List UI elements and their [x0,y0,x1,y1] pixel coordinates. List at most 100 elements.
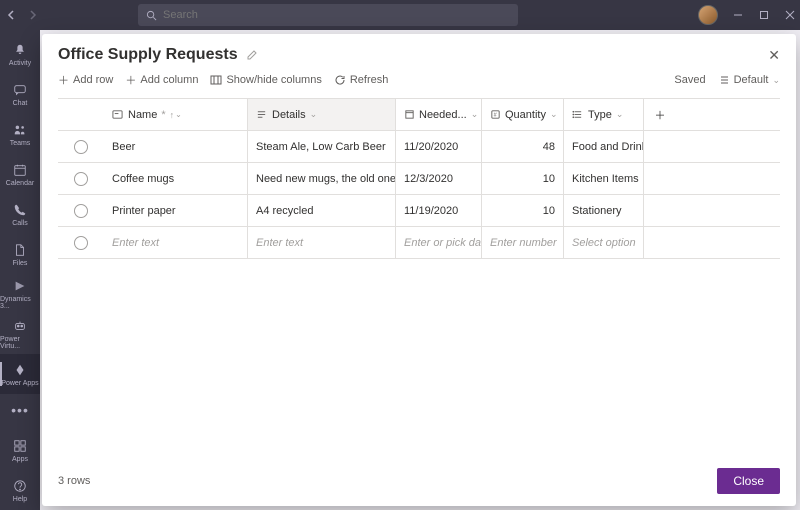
row-count: 3 rows [58,475,90,487]
title-bar [0,0,800,30]
rail-label: Files [13,260,28,267]
choice-icon [572,109,584,120]
refresh-icon [334,74,346,86]
rail-calls[interactable]: Calls [0,194,40,234]
minimize-button[interactable] [732,9,744,21]
row-radio[interactable] [74,140,88,154]
column-header-type[interactable]: Type⌄ [564,99,644,130]
rail-label: Teams [10,140,31,147]
cell-type[interactable]: Stationery [564,195,644,226]
maximize-button[interactable] [758,9,770,21]
rail-help[interactable]: Help [0,470,40,510]
add-row-label: Add row [73,74,113,86]
select-all-header [58,99,104,130]
rail-power-virtual[interactable]: Power Virtu... [0,314,40,354]
chevron-down-icon: ⌄ [772,75,780,86]
close-button[interactable]: Close [717,468,780,494]
phone-icon [12,202,28,218]
show-hide-label: Show/hide columns [226,74,321,86]
new-details-input[interactable]: Enter text [248,227,396,258]
new-name-input[interactable]: Enter text [104,227,248,258]
column-header-name[interactable]: Name*↑⌄ [104,99,248,130]
add-column-header-button[interactable]: ＋ [644,99,676,130]
plus-icon: ＋ [655,107,666,123]
toolbar: ＋Add row ＋Add column Show/hide columns R… [58,72,780,88]
calendar-icon [404,109,415,120]
cell-needed[interactable]: 12/3/2020 [396,163,482,194]
add-row-button[interactable]: ＋Add row [58,72,113,88]
cell-quantity[interactable]: 48 [482,131,564,162]
apps-icon [12,438,28,454]
chevron-down-icon: ⌄ [550,109,558,120]
plus-icon: ＋ [125,72,136,88]
rail-apps[interactable]: Apps [0,430,40,470]
new-quantity-input[interactable]: Enter number [482,227,564,258]
rail-label: Activity [9,60,31,67]
show-hide-columns-button[interactable]: Show/hide columns [210,74,321,86]
dialog-title: Office Supply Requests [58,46,238,64]
cell-quantity[interactable]: 10 [482,195,564,226]
avatar[interactable] [698,5,718,25]
cell-name[interactable]: Coffee mugs [104,163,248,194]
rail-chat[interactable]: Chat [0,74,40,114]
new-type-input[interactable]: Select option [564,227,644,258]
rail-dynamics[interactable]: Dynamics 3... [0,274,40,314]
number-icon: # [490,109,501,120]
content-area: Office Supply Requests ✕ ＋Add row ＋Add c… [40,30,800,510]
table-row[interactable]: Printer paperA4 recycled11/19/202010Stat… [58,195,780,227]
chat-icon [12,82,28,98]
chevron-down-icon: ⌄ [310,109,318,120]
row-radio[interactable] [74,236,88,250]
calendar-icon [12,162,28,178]
dialog-close-button[interactable]: ✕ [768,47,780,64]
column-header-needed[interactable]: Needed...⌄ [396,99,482,130]
row-radio[interactable] [74,172,88,186]
cell-needed[interactable]: 11/20/2020 [396,131,482,162]
close-window-button[interactable] [784,9,796,21]
table-header: Name*↑⌄ Details ⌄ Needed...⌄ # Quantity ⌄ T… [58,99,780,131]
rail-label: Apps [12,456,28,463]
data-table: Name*↑⌄ Details ⌄ Needed...⌄ # Quantity ⌄ T… [58,98,780,259]
text-icon [112,109,124,120]
cell-details[interactable]: Steam Ale, Low Carb Beer [248,131,396,162]
rail-power-apps[interactable]: Power Apps [0,354,40,394]
rail-teams[interactable]: Teams [0,114,40,154]
col-qty-label: Quantity [505,109,546,121]
row-radio[interactable] [74,204,88,218]
cell-type[interactable]: Kitchen Items [564,163,644,194]
teams-icon [12,122,28,138]
rail-activity[interactable]: Activity [0,34,40,74]
search-input[interactable] [163,9,510,21]
column-header-quantity[interactable]: # Quantity ⌄ [482,99,564,130]
powerapps-icon [12,362,28,378]
rail-files[interactable]: Files [0,234,40,274]
saved-status: Saved [674,74,705,86]
cell-quantity[interactable]: 10 [482,163,564,194]
nav-back-button[interactable] [4,7,20,23]
new-row[interactable]: Enter text Enter text Enter or pick date… [58,227,780,259]
cell-details[interactable]: Need new mugs, the old ones are... [248,163,396,194]
text-icon [256,109,268,120]
view-selector[interactable]: Default⌄ [718,74,780,86]
table-row[interactable]: BeerSteam Ale, Low Carb Beer11/20/202048… [58,131,780,163]
help-icon [12,478,28,494]
chevron-down-icon: ⌄ [616,109,624,120]
add-column-button[interactable]: ＋Add column [125,72,198,88]
cell-type[interactable]: Food and Drink [564,131,644,162]
table-row[interactable]: Coffee mugsNeed new mugs, the old ones a… [58,163,780,195]
rail-more-button[interactable]: ••• [11,394,29,426]
rail-label: Help [13,496,27,503]
new-needed-input[interactable]: Enter or pick date [396,227,482,258]
cell-details[interactable]: A4 recycled [248,195,396,226]
col-details-label: Details [272,109,306,121]
cell-name[interactable]: Printer paper [104,195,248,226]
search-box[interactable] [138,4,518,26]
refresh-button[interactable]: Refresh [334,74,389,86]
cell-name[interactable]: Beer [104,131,248,162]
nav-forward-button[interactable] [24,7,40,23]
rail-calendar[interactable]: Calendar [0,154,40,194]
cell-needed[interactable]: 11/19/2020 [396,195,482,226]
pencil-icon[interactable] [246,49,258,61]
column-header-details[interactable]: Details ⌄ [248,99,396,130]
view-label: Default [734,74,769,86]
